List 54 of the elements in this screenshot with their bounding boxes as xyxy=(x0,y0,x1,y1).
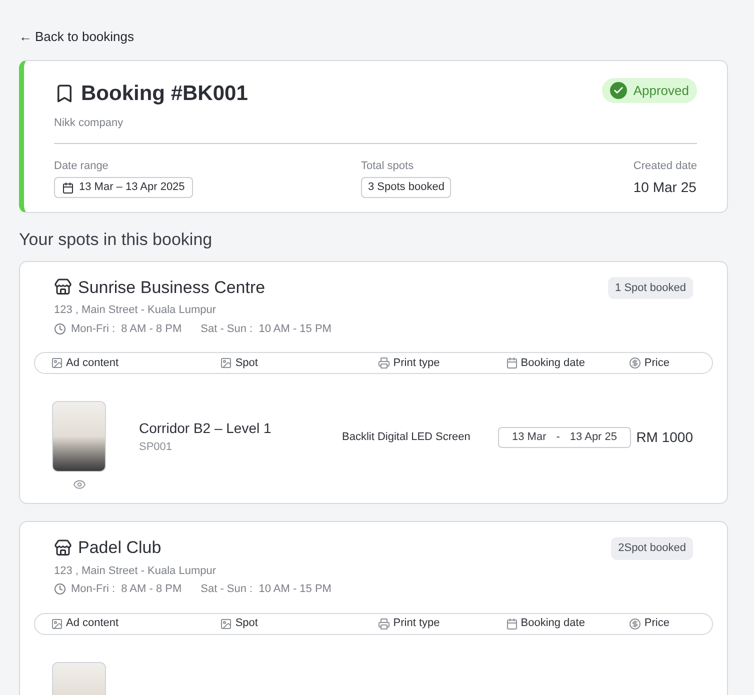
booking-title: Booking #BK001 xyxy=(81,80,248,106)
clock-icon xyxy=(54,583,66,596)
back-link[interactable]: ← Back to bookings xyxy=(19,27,134,46)
column-header: Spot xyxy=(235,356,258,371)
dollar-icon xyxy=(629,357,642,369)
picture-icon xyxy=(51,618,63,630)
dollar-icon xyxy=(629,618,642,630)
spots-booked-badge: 1 Spot booked xyxy=(608,276,693,299)
column-header: Spot xyxy=(235,616,258,632)
store-icon xyxy=(54,538,72,557)
view-icon[interactable] xyxy=(72,478,86,491)
printer-icon xyxy=(378,618,390,630)
spot-name: Corridor B2 – Level 1 xyxy=(139,419,272,438)
printer-icon xyxy=(378,357,390,369)
calendar-icon xyxy=(506,357,518,369)
weekday-hours: Mon-Fri : 8 AM - 8 PM xyxy=(71,582,182,597)
column-header: Booking date xyxy=(520,616,585,632)
store-icon xyxy=(54,278,72,296)
print-type: Backlit Digital LED Screen xyxy=(342,430,472,445)
column-header: Ad content xyxy=(66,616,119,632)
calendar-icon xyxy=(506,618,518,630)
weekend-hours: Sat - Sun : 10 AM - 15 PM xyxy=(200,582,332,597)
frame-icon xyxy=(220,618,232,630)
booking-date-range: 13 Mar - 13 Apr 25 xyxy=(498,426,632,448)
column-header: Print type xyxy=(393,356,440,371)
field-label: Total spots xyxy=(361,158,415,174)
created-date: 10 Mar 25 xyxy=(633,178,696,197)
status-badge: Approved xyxy=(602,78,697,103)
date-range-chip: 13 Mar – 13 Apr 2025 xyxy=(54,177,193,198)
spots-booked-badge: 2Spot booked xyxy=(611,537,693,560)
venue-address: 123 , Main Street - Kuala Lumpur xyxy=(54,303,218,318)
column-header: Price xyxy=(644,356,670,371)
column-header: Ad content xyxy=(66,356,119,371)
check-icon xyxy=(610,82,628,99)
field-label: Date range xyxy=(54,158,110,174)
field-label: Created date xyxy=(633,158,697,174)
section-title: Your spots in this booking xyxy=(19,229,212,251)
column-header: Price xyxy=(644,616,670,632)
price: RM 1000 xyxy=(636,428,693,446)
picture-icon xyxy=(51,357,63,369)
total-spots-chip: 3 Spots booked xyxy=(361,177,452,198)
venue-address: 123 , Main Street - Kuala Lumpur xyxy=(54,564,218,578)
column-header: Booking date xyxy=(520,356,585,371)
weekday-hours: Mon-Fri : 8 AM - 8 PM xyxy=(71,322,182,336)
venue-name: Sunrise Business Centre xyxy=(78,276,266,298)
company-name: Nikk company xyxy=(54,116,124,131)
clock-icon xyxy=(54,322,66,335)
calendar-icon xyxy=(62,182,74,194)
spot-id: SP001 xyxy=(139,440,174,456)
photo-placeholder xyxy=(52,401,106,472)
weekend-hours: Sat - Sun : 10 AM - 15 PM xyxy=(200,322,332,336)
venue-name: Padel Club xyxy=(78,537,162,559)
frame-icon xyxy=(220,357,232,369)
column-header: Print type xyxy=(393,616,440,632)
